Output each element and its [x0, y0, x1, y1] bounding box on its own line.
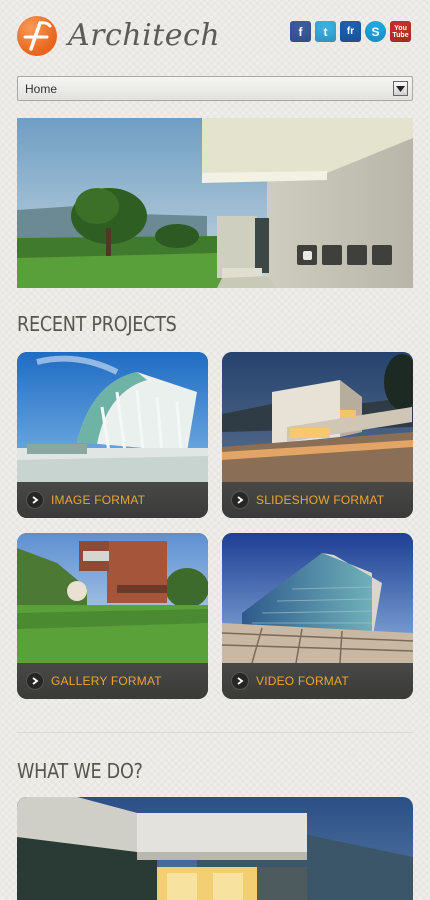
project-card-slideshow-format[interactable]: SLIDESHOW FORMAT [222, 352, 413, 518]
chevron-right-icon [26, 491, 44, 509]
project-image [222, 352, 413, 482]
card-caption-bar: SLIDESHOW FORMAT [222, 482, 413, 518]
twitter-icon[interactable]: t [315, 21, 336, 42]
navigation-select[interactable]: Home [17, 76, 413, 101]
hero-slider[interactable] [17, 118, 413, 288]
skype-icon[interactable]: S [365, 21, 386, 42]
friendster-icon[interactable]: fr [340, 21, 361, 42]
dropdown-arrow-icon[interactable] [393, 81, 408, 96]
slide-dot-3[interactable] [347, 245, 367, 265]
what-we-do-image[interactable] [17, 797, 413, 900]
chevron-right-icon [231, 672, 249, 690]
header: Architech f t fr S You Tube [0, 0, 430, 70]
project-card-video-format[interactable]: VIDEO FORMAT [222, 533, 413, 699]
card-label: IMAGE FORMAT [51, 493, 146, 507]
project-card-image-format[interactable]: IMAGE FORMAT [17, 352, 208, 518]
chevron-right-icon [26, 672, 44, 690]
youtube-icon[interactable]: You Tube [390, 21, 411, 42]
section-divider [17, 732, 413, 733]
card-caption-bar: GALLERY FORMAT [17, 663, 208, 699]
project-image [17, 533, 208, 663]
card-caption-bar: IMAGE FORMAT [17, 482, 208, 518]
card-caption-bar: VIDEO FORMAT [222, 663, 413, 699]
project-image [222, 533, 413, 663]
social-links: f t fr S You Tube [290, 21, 411, 42]
card-label: VIDEO FORMAT [256, 674, 349, 688]
card-label: SLIDESHOW FORMAT [256, 493, 385, 507]
what-we-do-picture [17, 797, 413, 900]
card-label: GALLERY FORMAT [51, 674, 162, 688]
logo-icon[interactable] [17, 16, 57, 56]
section-title-what-we-do: WHAT WE DO? [17, 759, 143, 783]
project-card-gallery-format[interactable]: GALLERY FORMAT [17, 533, 208, 699]
project-image [17, 352, 208, 482]
logo-text[interactable]: Architech [68, 18, 220, 53]
navigation-selected-value: Home [25, 82, 58, 96]
facebook-icon[interactable]: f [290, 21, 311, 42]
slide-dot-4[interactable] [372, 245, 392, 265]
slider-pagination [297, 245, 392, 265]
slide-dot-2[interactable] [322, 245, 342, 265]
slide-dot-1[interactable] [297, 245, 317, 265]
section-title-recent-projects: RECENT PROJECTS [17, 312, 177, 336]
chevron-right-icon [231, 491, 249, 509]
